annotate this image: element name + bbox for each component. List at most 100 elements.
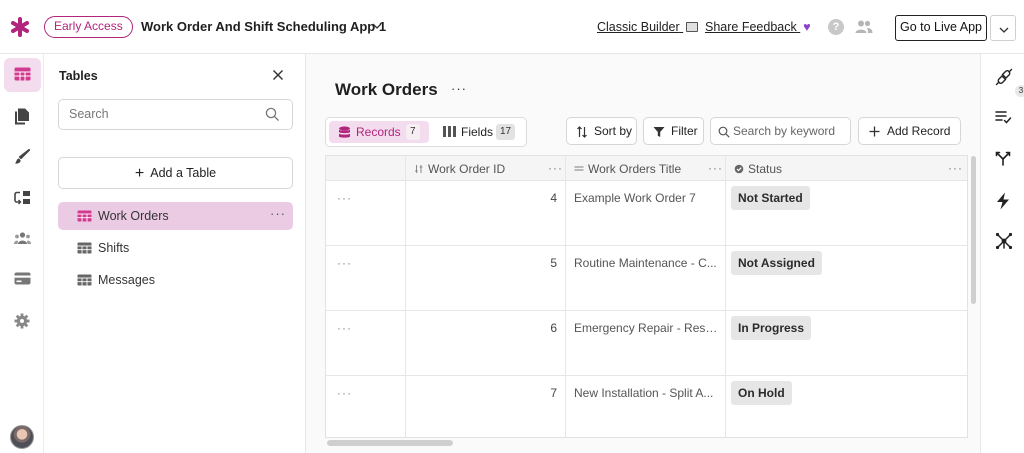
branch-icon[interactable] [995,150,1011,166]
row-more-icon[interactable]: ··· [337,191,352,205]
database-icon [339,126,350,138]
add-table-button[interactable]: + Add a Table [58,157,293,189]
live-app-dropdown-button[interactable] [990,15,1016,41]
row-more-icon[interactable]: ··· [337,321,352,335]
payments-icon [14,272,31,285]
rail-tables[interactable] [4,58,41,92]
classic-builder-link[interactable]: Classic Builder [597,20,699,34]
grid-header-actions [326,156,406,180]
plus-icon: + [134,165,145,182]
pages-icon [15,108,29,125]
vertical-scrollbar[interactable] [971,156,976,304]
tab-fields[interactable]: Fields 17 [434,121,524,143]
status-cell[interactable]: On Hold [726,376,967,437]
table-item-shifts[interactable]: Shifts [58,234,293,262]
status-badge: Not Assigned [731,251,822,275]
row-actions-cell: ··· [326,376,406,437]
status-badge: In Progress [731,316,812,340]
chevron-down-icon [999,27,1009,33]
tab-records[interactable]: Records 7 [329,121,429,143]
id-cell[interactable]: 7 [406,376,566,437]
horizontal-scrollbar[interactable] [327,440,453,446]
column-menu-icon[interactable]: ··· [708,161,723,175]
column-header-status[interactable]: Status ··· [726,156,967,180]
column-header-title[interactable]: Work Orders Title ··· [566,156,726,180]
page-more-icon[interactable]: ··· [451,81,467,96]
help-icon[interactable]: ? [828,19,844,35]
table-row[interactable]: ··· 6 Emergency Repair - Resi... In Prog… [326,311,967,376]
purple-heart-icon: ♥ [803,20,811,34]
fields-count-badge: 17 [496,124,516,140]
title-cell[interactable]: Routine Maintenance - C... [566,246,726,310]
bolt-icon[interactable] [995,192,1011,210]
main-content: Work Orders ··· Records 7 Fields 17 Sort [306,54,980,453]
user-avatar[interactable] [10,425,34,449]
rail-automations[interactable] [4,181,41,215]
row-actions-cell: ··· [326,311,406,375]
table-more-icon[interactable]: ··· [270,206,286,221]
keyword-search-input[interactable] [733,124,847,138]
row-more-icon[interactable]: ··· [337,256,352,270]
table-item-work-orders[interactable]: Work Orders ··· [58,202,293,230]
rail-design[interactable] [4,140,41,174]
app-logo-icon[interactable] [9,16,31,38]
list-check-icon[interactable] [995,110,1012,124]
column-menu-icon[interactable]: ··· [548,161,563,175]
collaborators-icon[interactable] [855,19,873,35]
tables-icon [14,67,31,81]
status-cell[interactable]: In Progress [726,311,967,375]
page-title: Work Orders [335,80,438,99]
filter-icon [653,127,665,137]
status-cell[interactable]: Not Assigned [726,246,967,310]
go-to-live-app-button[interactable]: Go to Live App [895,15,987,41]
id-cell[interactable]: 6 [406,311,566,375]
columns-icon [443,126,456,137]
rail-pages[interactable] [4,99,41,133]
table-icon [77,242,92,254]
sort-icon [577,126,587,138]
view-tabs: Records 7 Fields 17 [325,117,527,147]
status-cell[interactable]: Not Started [726,181,967,245]
app-title[interactable]: Work Order And Shift Scheduling App 1 [141,19,386,34]
app-switcher-chevron-icon[interactable] [371,20,383,32]
right-rail: 3 [980,54,1024,453]
table-row[interactable]: ··· 5 Routine Maintenance - C... Not Ass… [326,246,967,311]
add-record-button[interactable]: Add Record [858,117,961,145]
early-access-badge: Early Access [44,16,133,38]
title-cell[interactable]: New Installation - Split A... [566,376,726,437]
rail-settings[interactable] [4,304,41,338]
settings-icon [14,313,30,329]
column-menu-icon[interactable]: ··· [948,161,963,175]
row-more-icon[interactable]: ··· [337,386,352,400]
rail-users[interactable] [4,222,41,256]
table-row[interactable]: ··· 7 New Installation - Split A... On H… [326,376,967,437]
records-count-badge: 7 [406,124,420,140]
auto-number-icon [415,165,423,173]
sort-button[interactable]: Sort by [566,117,637,145]
title-cell[interactable]: Example Work Order 7 [566,181,726,245]
left-rail [0,54,44,453]
status-badge: Not Started [731,186,810,210]
id-cell[interactable]: 4 [406,181,566,245]
automation-icon [14,191,30,205]
builder-icon [686,22,699,32]
status-badge: On Hold [731,381,792,405]
close-icon[interactable] [272,69,284,81]
rail-payments[interactable] [4,263,41,297]
title-cell[interactable]: Emergency Repair - Resi... [566,311,726,375]
id-cell[interactable]: 5 [406,246,566,310]
share-feedback-link[interactable]: Share Feedback ♥ [705,20,811,34]
search-icon [265,107,280,122]
plug-icon[interactable] [995,68,1013,86]
table-search-input[interactable] [69,107,259,121]
filter-button[interactable]: Filter [643,117,704,145]
network-icon[interactable] [995,232,1013,250]
table-item-label: Work Orders [98,209,169,223]
table-item-label: Shifts [98,241,130,255]
table-row[interactable]: ··· 4 Example Work Order 7 Not Started [326,181,967,246]
row-actions-cell: ··· [326,181,406,245]
users-icon [14,232,31,244]
column-header-id[interactable]: Work Order ID ··· [406,156,566,180]
row-actions-cell: ··· [326,246,406,310]
table-item-messages[interactable]: Messages [58,266,293,294]
